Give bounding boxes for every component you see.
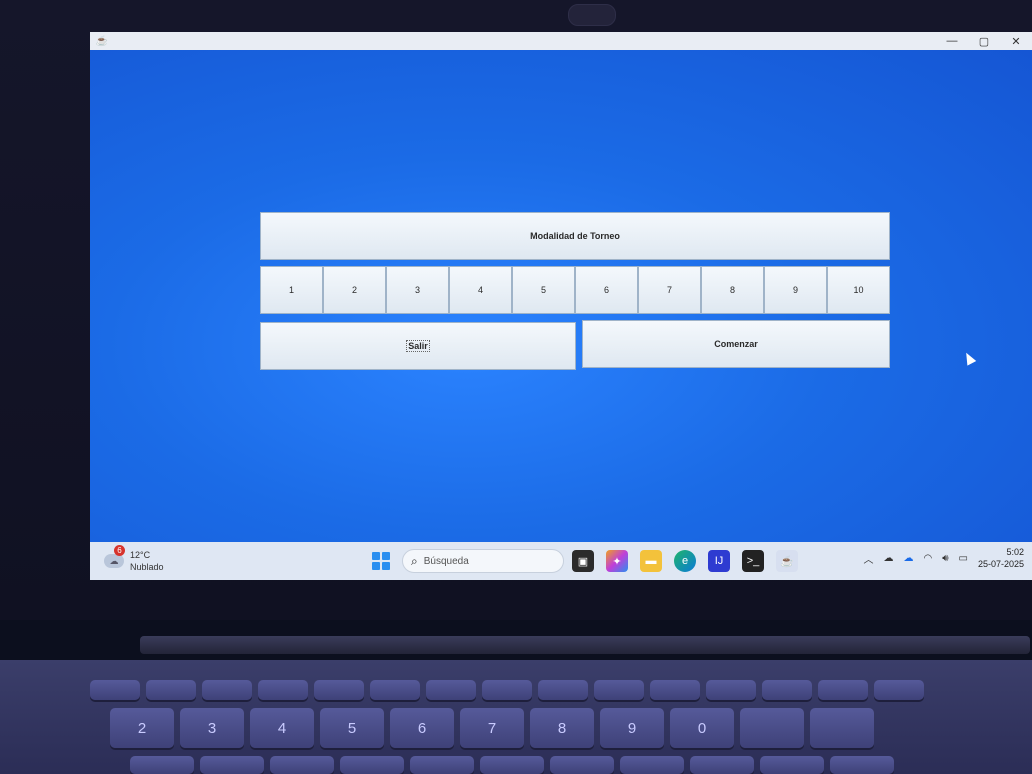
key <box>550 756 614 774</box>
exit-button[interactable]: Salir <box>260 322 576 370</box>
java-app-icon: ☕ <box>95 35 109 47</box>
number-buttons-row: 1 2 3 4 5 6 7 8 9 10 <box>260 266 890 314</box>
volume-icon[interactable]: 🔊︎ <box>942 553 948 564</box>
terminal-icon[interactable]: >_ <box>742 550 764 572</box>
key <box>706 680 756 700</box>
number-key-row: 2 3 4 5 6 7 8 9 0 <box>110 708 880 748</box>
chevron-up-icon[interactable]: ︿ <box>863 551 873 566</box>
key-0: 0 <box>670 708 734 748</box>
maximize-button[interactable]: ▢ <box>968 32 1000 50</box>
weather-condition: Nublado <box>130 562 164 572</box>
key <box>874 680 924 700</box>
key <box>340 756 404 774</box>
key <box>482 680 532 700</box>
weather-badge: 6 <box>114 545 125 556</box>
window-titlebar: ☕ — ▢ ✕ <box>90 32 1032 50</box>
edge-browser-icon[interactable]: e <box>674 550 696 572</box>
number-button-9[interactable]: 9 <box>764 266 827 314</box>
window-controls: — ▢ ✕ <box>936 32 1032 50</box>
number-button-1[interactable]: 1 <box>260 266 323 314</box>
number-button-8[interactable]: 8 <box>701 266 764 314</box>
key <box>200 756 264 774</box>
webcam <box>568 4 616 26</box>
exit-button-label: Salir <box>406 340 430 352</box>
key <box>258 680 308 700</box>
key-4: 4 <box>250 708 314 748</box>
key <box>426 680 476 700</box>
key-7: 7 <box>460 708 524 748</box>
file-explorer-icon[interactable]: ▬ <box>640 550 662 572</box>
laptop-keyboard: 2 3 4 5 6 7 8 9 0 <box>0 660 1032 774</box>
key <box>146 680 196 700</box>
clock-date: 25-07-2025 <box>977 559 1024 569</box>
key <box>810 708 874 748</box>
key-2: 2 <box>110 708 174 748</box>
key <box>130 756 194 774</box>
bottom-key-row <box>130 756 900 774</box>
mouse-cursor-icon <box>961 350 977 366</box>
intellij-icon[interactable]: IJ <box>708 550 730 572</box>
cloud-sync-icon[interactable]: ☁ <box>883 553 893 564</box>
wifi-icon[interactable]: ◠ <box>923 553 932 564</box>
task-view-icon[interactable]: ▣ <box>572 550 594 572</box>
windows-start-icon[interactable] <box>372 552 390 570</box>
key <box>818 680 868 700</box>
key <box>90 680 140 700</box>
key-5: 5 <box>320 708 384 748</box>
number-button-10[interactable]: 10 <box>827 266 890 314</box>
start-button[interactable]: Comenzar <box>582 320 890 368</box>
key <box>202 680 252 700</box>
weather-temperature: 12°C <box>130 550 151 560</box>
taskbar: ☁ 6 12°C Nublado ⌕ Búsqueda ▣ ✦ ▬ e IJ >… <box>90 542 1032 580</box>
number-button-6[interactable]: 6 <box>575 266 638 314</box>
cloud-icon: ☁ <box>104 554 124 568</box>
weather-text: 12°C Nublado <box>130 549 164 573</box>
key <box>270 756 334 774</box>
close-button[interactable]: ✕ <box>1000 32 1032 50</box>
key <box>480 756 544 774</box>
number-button-5[interactable]: 5 <box>512 266 575 314</box>
number-button-3[interactable]: 3 <box>386 266 449 314</box>
taskbar-apps: ▣ ✦ ▬ e IJ >_ ☕ <box>572 550 810 572</box>
minimize-button[interactable]: — <box>936 32 968 50</box>
key-3: 3 <box>180 708 244 748</box>
clock-time: 5:02 <box>1006 547 1024 557</box>
number-button-4[interactable]: 4 <box>449 266 512 314</box>
number-button-7[interactable]: 7 <box>638 266 701 314</box>
key-6: 6 <box>390 708 454 748</box>
battery-icon[interactable]: ▭ <box>959 553 968 564</box>
key <box>410 756 474 774</box>
number-button-2[interactable]: 2 <box>323 266 386 314</box>
key <box>314 680 364 700</box>
clock[interactable]: 5:02 25-07-2025 <box>978 546 1024 570</box>
key <box>594 680 644 700</box>
search-placeholder: Búsqueda <box>423 555 469 567</box>
key <box>620 756 684 774</box>
copilot-icon[interactable]: ✦ <box>606 550 628 572</box>
key <box>370 680 420 700</box>
tournament-mode-button[interactable]: Modalidad de Torneo <box>260 212 890 260</box>
app-content: Modalidad de Torneo 1 2 3 4 5 6 7 8 9 10… <box>90 50 1032 542</box>
system-tray: ︿ ☁ ☁ ◠ 🔊︎ ▭ 5:02 25-07-2025 <box>863 546 1024 570</box>
key <box>830 756 894 774</box>
screen: ☕ — ▢ ✕ Modalidad de Torneo 1 2 3 4 5 6 … <box>90 32 1032 580</box>
key-8: 8 <box>530 708 594 748</box>
search-icon: ⌕ <box>411 553 418 568</box>
key <box>762 680 812 700</box>
laptop-hinge <box>140 636 1030 654</box>
key <box>690 756 754 774</box>
function-key-row <box>90 680 930 700</box>
weather-widget[interactable]: ☁ 6 12°C Nublado <box>104 545 164 573</box>
onedrive-icon[interactable]: ☁ <box>903 553 913 564</box>
key <box>760 756 824 774</box>
key <box>740 708 804 748</box>
key <box>650 680 700 700</box>
taskbar-search-box[interactable]: ⌕ Búsqueda <box>402 549 564 573</box>
key <box>538 680 588 700</box>
java-app-taskbar-icon[interactable]: ☕ <box>776 550 798 572</box>
key-9: 9 <box>600 708 664 748</box>
